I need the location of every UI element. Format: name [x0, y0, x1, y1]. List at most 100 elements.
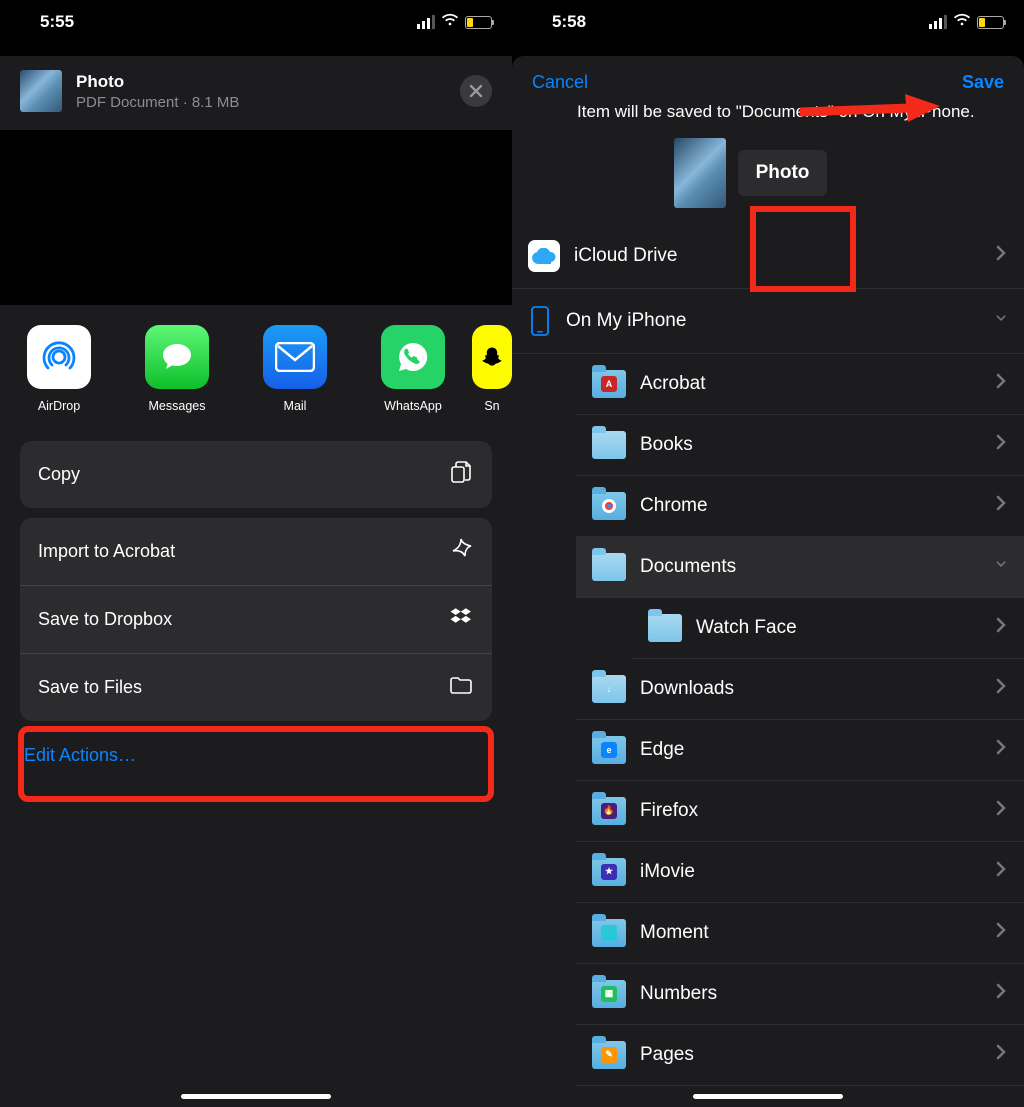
folder-label: Watch Face [696, 617, 797, 639]
chevron-right-icon [996, 800, 1006, 822]
dropbox-icon [448, 604, 474, 635]
chevron-right-icon [996, 495, 1006, 517]
cancel-button[interactable]: Cancel [532, 72, 588, 93]
folder-documents[interactable]: Documents [576, 537, 1024, 598]
nav-bar: Cancel Save [512, 56, 1024, 101]
messages-icon [145, 325, 209, 389]
share-app-whatsapp[interactable]: WhatsApp [354, 325, 472, 413]
share-app-airdrop[interactable]: AirDrop [0, 325, 118, 413]
folder-icon [592, 431, 626, 459]
copy-icon [448, 459, 474, 490]
folder-acrobat[interactable]: AAcrobat [576, 354, 1024, 415]
close-button[interactable] [460, 75, 492, 107]
folder-icon: A [592, 370, 626, 398]
file-title: Photo [76, 72, 446, 92]
app-label: Mail [284, 399, 307, 413]
folder-label: Chrome [640, 495, 708, 517]
folder-imovie[interactable]: ★ iMovie [576, 842, 1024, 903]
wifi-icon [441, 12, 459, 32]
iphone-icon [528, 305, 552, 337]
action-label: Save to Files [38, 677, 142, 698]
folder-chrome[interactable]: Chrome [576, 476, 1024, 537]
chevron-right-icon [996, 245, 1006, 267]
mail-icon [263, 325, 327, 389]
action-list: Copy Import to Acrobat Save to Dropbox [0, 431, 512, 790]
action-copy[interactable]: Copy [20, 441, 492, 508]
folder-label: Firefox [640, 800, 698, 822]
folder-icon: 🔥 [592, 797, 626, 825]
acrobat-icon [448, 536, 474, 567]
folder-pages[interactable]: ✎Pages [576, 1025, 1024, 1086]
app-label: Sn [484, 399, 499, 413]
edit-actions-link[interactable]: Edit Actions… [20, 731, 492, 780]
folder-label: Downloads [640, 678, 734, 700]
filename-field[interactable]: Photo [738, 150, 828, 196]
folder-downloads[interactable]: ↓ Downloads [576, 659, 1024, 720]
file-thumbnail [20, 70, 62, 112]
folder-icon [448, 672, 474, 703]
file-thumbnail [674, 138, 726, 208]
clock: 5:55 [40, 12, 74, 32]
folder-label: Moment [640, 922, 709, 944]
whatsapp-icon [381, 325, 445, 389]
chevron-right-icon [996, 373, 1006, 395]
folder-numbers[interactable]: ▦Numbers [576, 964, 1024, 1025]
signal-icon [929, 15, 947, 29]
app-label: Messages [149, 399, 206, 413]
save-info-text: Item will be saved to "Documents" on On … [577, 101, 1004, 124]
chevron-down-icon [996, 310, 1006, 332]
folder-icon: ▦ [592, 980, 626, 1008]
wifi-icon [953, 12, 971, 32]
share-sheet-screen: 5:55 Photo PDF Document · 8.1 MB AirDrop [0, 0, 512, 1107]
status-bar: 5:58 [512, 0, 1024, 44]
folder-icon: ★ [592, 858, 626, 886]
battery-icon [977, 16, 1004, 29]
clock: 5:58 [552, 12, 586, 32]
chevron-right-icon [996, 678, 1006, 700]
chevron-right-icon [996, 617, 1006, 639]
save-to-files-screen: 5:58 Cancel Save Item will be saved to "… [512, 0, 1024, 1107]
chevron-right-icon [996, 434, 1006, 456]
action-import-acrobat[interactable]: Import to Acrobat [20, 518, 492, 586]
app-label: AirDrop [38, 399, 80, 413]
chevron-right-icon [996, 1044, 1006, 1066]
battery-icon [465, 16, 492, 29]
location-label: iCloud Drive [574, 245, 677, 267]
folder-label: Documents [640, 556, 736, 578]
location-label: On My iPhone [566, 310, 686, 332]
folder-icon [592, 553, 626, 581]
folder-icon: e [592, 736, 626, 764]
action-label: Import to Acrobat [38, 541, 175, 562]
share-app-mail[interactable]: Mail [236, 325, 354, 413]
folder-label: Books [640, 434, 693, 456]
home-indicator[interactable] [181, 1094, 331, 1099]
save-button[interactable]: Save [962, 72, 1004, 93]
folder-label: Edge [640, 739, 684, 761]
folder-icon: ✎ [592, 1041, 626, 1069]
home-indicator[interactable] [693, 1094, 843, 1099]
location-icloud-drive[interactable]: iCloud Drive [512, 224, 1024, 289]
share-apps-row: AirDrop Messages Mail WhatsApp Sn [0, 305, 512, 431]
chevron-right-icon [996, 739, 1006, 761]
folder-books[interactable]: Books [576, 415, 1024, 476]
share-app-snapchat[interactable]: Sn [472, 325, 512, 413]
folder-watch-face[interactable]: Watch Face [632, 598, 1024, 659]
share-app-messages[interactable]: Messages [118, 325, 236, 413]
folder-edge[interactable]: e Edge [576, 720, 1024, 781]
chevron-right-icon [996, 983, 1006, 1005]
location-on-my-iphone[interactable]: On My iPhone [512, 289, 1024, 354]
chevron-right-icon [996, 922, 1006, 944]
action-save-dropbox[interactable]: Save to Dropbox [20, 586, 492, 654]
folder-firefox[interactable]: 🔥 Firefox [576, 781, 1024, 842]
action-label: Copy [38, 464, 80, 485]
folder-icon [648, 614, 682, 642]
folder-moment[interactable]: Moment [576, 903, 1024, 964]
folder-label: iMovie [640, 861, 695, 883]
folder-icon [592, 919, 626, 947]
icloud-icon [528, 240, 560, 272]
folder-icon [592, 492, 626, 520]
app-label: WhatsApp [384, 399, 442, 413]
folder-icon: ↓ [592, 675, 626, 703]
content-preview [0, 130, 512, 305]
action-save-to-files[interactable]: Save to Files [20, 654, 492, 721]
